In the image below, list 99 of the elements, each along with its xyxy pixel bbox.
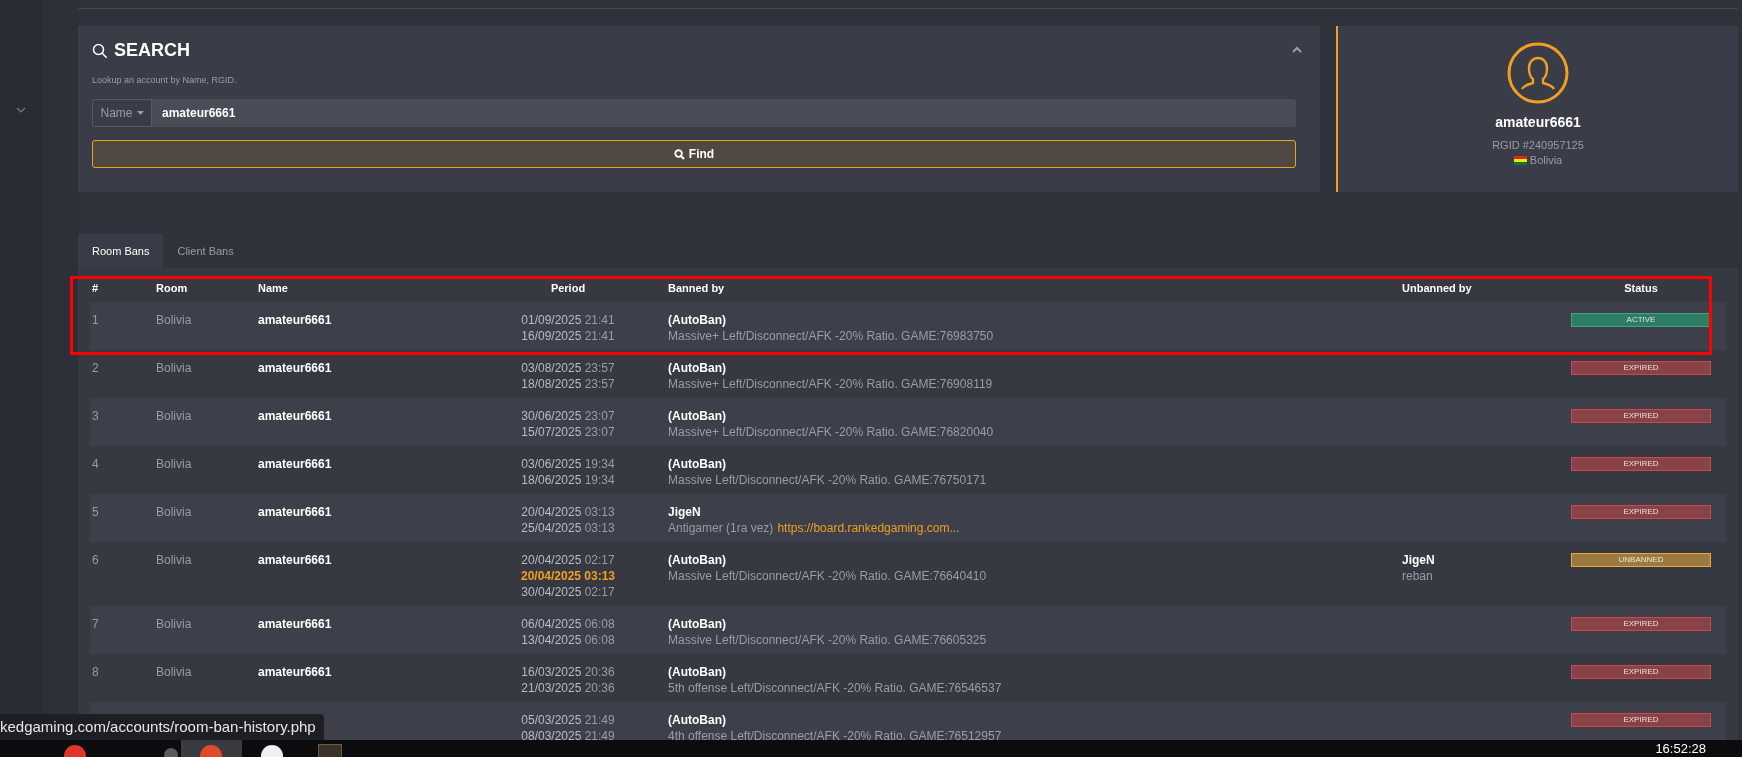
unbanned-by-name: JigeN (1402, 552, 1436, 568)
name-cell-text: amateur6661 (258, 408, 333, 424)
column-header: Status (1623, 282, 1659, 294)
status-badge: ACTIVE (1571, 313, 1711, 327)
flag-icon (1513, 155, 1527, 165)
ban-reason: Massive+ Left/Disconnect/AFK -20% Ratio. GAME:76908119 (668, 376, 993, 392)
room-cell-text: Bolivia (156, 552, 193, 568)
row-number: 8 (92, 664, 100, 680)
status-badge: EXPIRED (1571, 665, 1711, 679)
banned-by-name: (AutoBan) (668, 312, 727, 328)
period-date: 06/04/2025 06:08 (521, 616, 615, 632)
banned-by-name: (AutoBan) (668, 664, 727, 680)
period-date: 20/04/2025 03:13 (520, 568, 616, 584)
ban-reason: 5th offense Left/Disconnect/AFK -20% Ratio. GAME:76546537 (668, 680, 1002, 696)
taskbar-clock: 16:52:28 (1655, 741, 1706, 757)
banned-by-name: (AutoBan) (668, 456, 727, 472)
period-date: 03/06/2025 19:34 (521, 456, 615, 472)
period-date: 21/03/2025 20:36 (521, 680, 615, 696)
room-cell-text: Bolivia (156, 408, 193, 424)
status-badge: EXPIRED (1571, 361, 1711, 375)
status-badge: EXPIRED (1571, 505, 1711, 519)
chevron-down-icon[interactable] (16, 107, 26, 113)
search-icon (92, 42, 108, 59)
row-number: 3 (92, 408, 100, 424)
room-cell-text: Bolivia (156, 664, 193, 680)
profile-name: amateur6661 (1495, 114, 1581, 130)
name-cell-text: amateur6661 (258, 664, 333, 680)
status-badge: EXPIRED (1571, 713, 1711, 727)
status-badge: UNBANNED (1571, 553, 1711, 567)
row-number: 1 (92, 312, 100, 328)
status-badge: EXPIRED (1571, 409, 1711, 423)
name-cell-text: amateur6661 (258, 360, 333, 376)
period-date: 13/04/2025 06:08 (521, 632, 615, 648)
name-cell-text: amateur6661 (258, 312, 333, 328)
column-header: Room (156, 282, 189, 294)
ban-reason: Massive+ Left/Disconnect/AFK -20% Ratio. GAME:76983750 (668, 328, 994, 344)
row-number: 6 (92, 552, 100, 568)
name-cell-text: amateur6661 (258, 504, 333, 520)
search-type-dropdown[interactable]: Name (92, 99, 152, 127)
room-cell-text: Bolivia (156, 360, 193, 376)
banned-by-name: (AutoBan) (668, 552, 727, 568)
name-cell-text: amateur6661 (258, 552, 333, 568)
ban-reason: Antigamer (1ra vez) (668, 520, 774, 536)
period-date: 05/03/2025 21:49 (521, 712, 615, 728)
period-date: 08/03/2025 21:49 (521, 728, 615, 740)
ban-reason: Massive Left/Disconnect/AFK -20% Ratio. GAME:76640410 (668, 568, 987, 584)
status-badge: EXPIRED (1571, 617, 1711, 631)
name-cell-text: amateur6661 (258, 616, 333, 632)
period-date: 18/08/2025 23:57 (521, 376, 615, 392)
banned-by-name: (AutoBan) (668, 360, 727, 376)
banned-by-name: (AutoBan) (668, 616, 727, 632)
period-date: 30/04/2025 02:17 (521, 584, 615, 600)
column-header: Unbanned by (1401, 282, 1473, 294)
column-header: Name (258, 282, 289, 294)
room-cell-text: Bolivia (156, 456, 193, 472)
tab[interactable]: Room Bans (78, 234, 164, 268)
column-header: # (92, 282, 100, 294)
period-date: 16/03/2025 20:36 (521, 664, 615, 680)
room-cell-text: Bolivia (156, 312, 193, 328)
row-number: 2 (92, 360, 100, 376)
period-date: 20/04/2025 03:13 (521, 504, 615, 520)
period-date: 18/06/2025 19:34 (521, 472, 615, 488)
room-cell-text: Bolivia (156, 616, 193, 632)
profile-country: Bolivia (1529, 154, 1563, 166)
user-avatar-icon (1507, 42, 1569, 104)
period-date: 25/04/2025 03:13 (521, 520, 615, 536)
row-number: 4 (92, 456, 100, 472)
period-date: 20/04/2025 02:17 (521, 552, 615, 568)
search-field[interactable]: amateur6661 (152, 99, 1296, 127)
room-cell-text: Bolivia (156, 504, 193, 520)
ban-reason: Massive Left/Disconnect/AFK -20% Ratio. GAME:76750171 (668, 472, 987, 488)
profile-rgid: RGID #240957125 (1492, 139, 1584, 151)
chevron-up-icon[interactable] (1292, 46, 1302, 53)
link-url-tooltip: kedgaming.com/accounts/room-ban-history.php (0, 714, 324, 740)
unban-reason: reban (1402, 568, 1434, 584)
period-date: 16/09/2025 21:41 (521, 328, 615, 344)
row-number: 5 (92, 504, 100, 520)
ban-reason: 4th offense Left/Disconnect/AFK -20% Ratio. GAME:76512957 (668, 728, 1002, 740)
banned-by-name: JigeN (668, 504, 702, 520)
banned-by-name: (AutoBan) (668, 712, 727, 728)
period-date: 03/08/2025 23:57 (521, 360, 615, 376)
find-button[interactable]: Find (92, 140, 1296, 168)
search-icon (673, 148, 685, 160)
forum-link[interactable]: https://board.rankedgaming.com... (777, 520, 960, 536)
caret-icon (136, 111, 144, 115)
column-header: Banned by (667, 282, 726, 294)
period-date: 01/09/2025 21:41 (521, 312, 615, 328)
period-date: 30/06/2025 23:07 (521, 408, 615, 424)
column-header: Period (549, 282, 587, 294)
row-number: 7 (92, 616, 100, 632)
search-title: SEARCH (114, 40, 190, 61)
period-date: 15/07/2025 23:07 (521, 424, 615, 440)
ban-reason: Massive+ Left/Disconnect/AFK -20% Ratio. GAME:76820040 (668, 424, 994, 440)
search-subtitle: Lookup an account by Name, RGID. (92, 75, 238, 85)
tab[interactable]: Client Bans (163, 234, 248, 268)
status-badge: EXPIRED (1571, 457, 1711, 471)
banned-by-name: (AutoBan) (668, 408, 727, 424)
ban-reason: Massive Left/Disconnect/AFK -20% Ratio. GAME:76605325 (668, 632, 987, 648)
name-cell-text: amateur6661 (258, 456, 333, 472)
